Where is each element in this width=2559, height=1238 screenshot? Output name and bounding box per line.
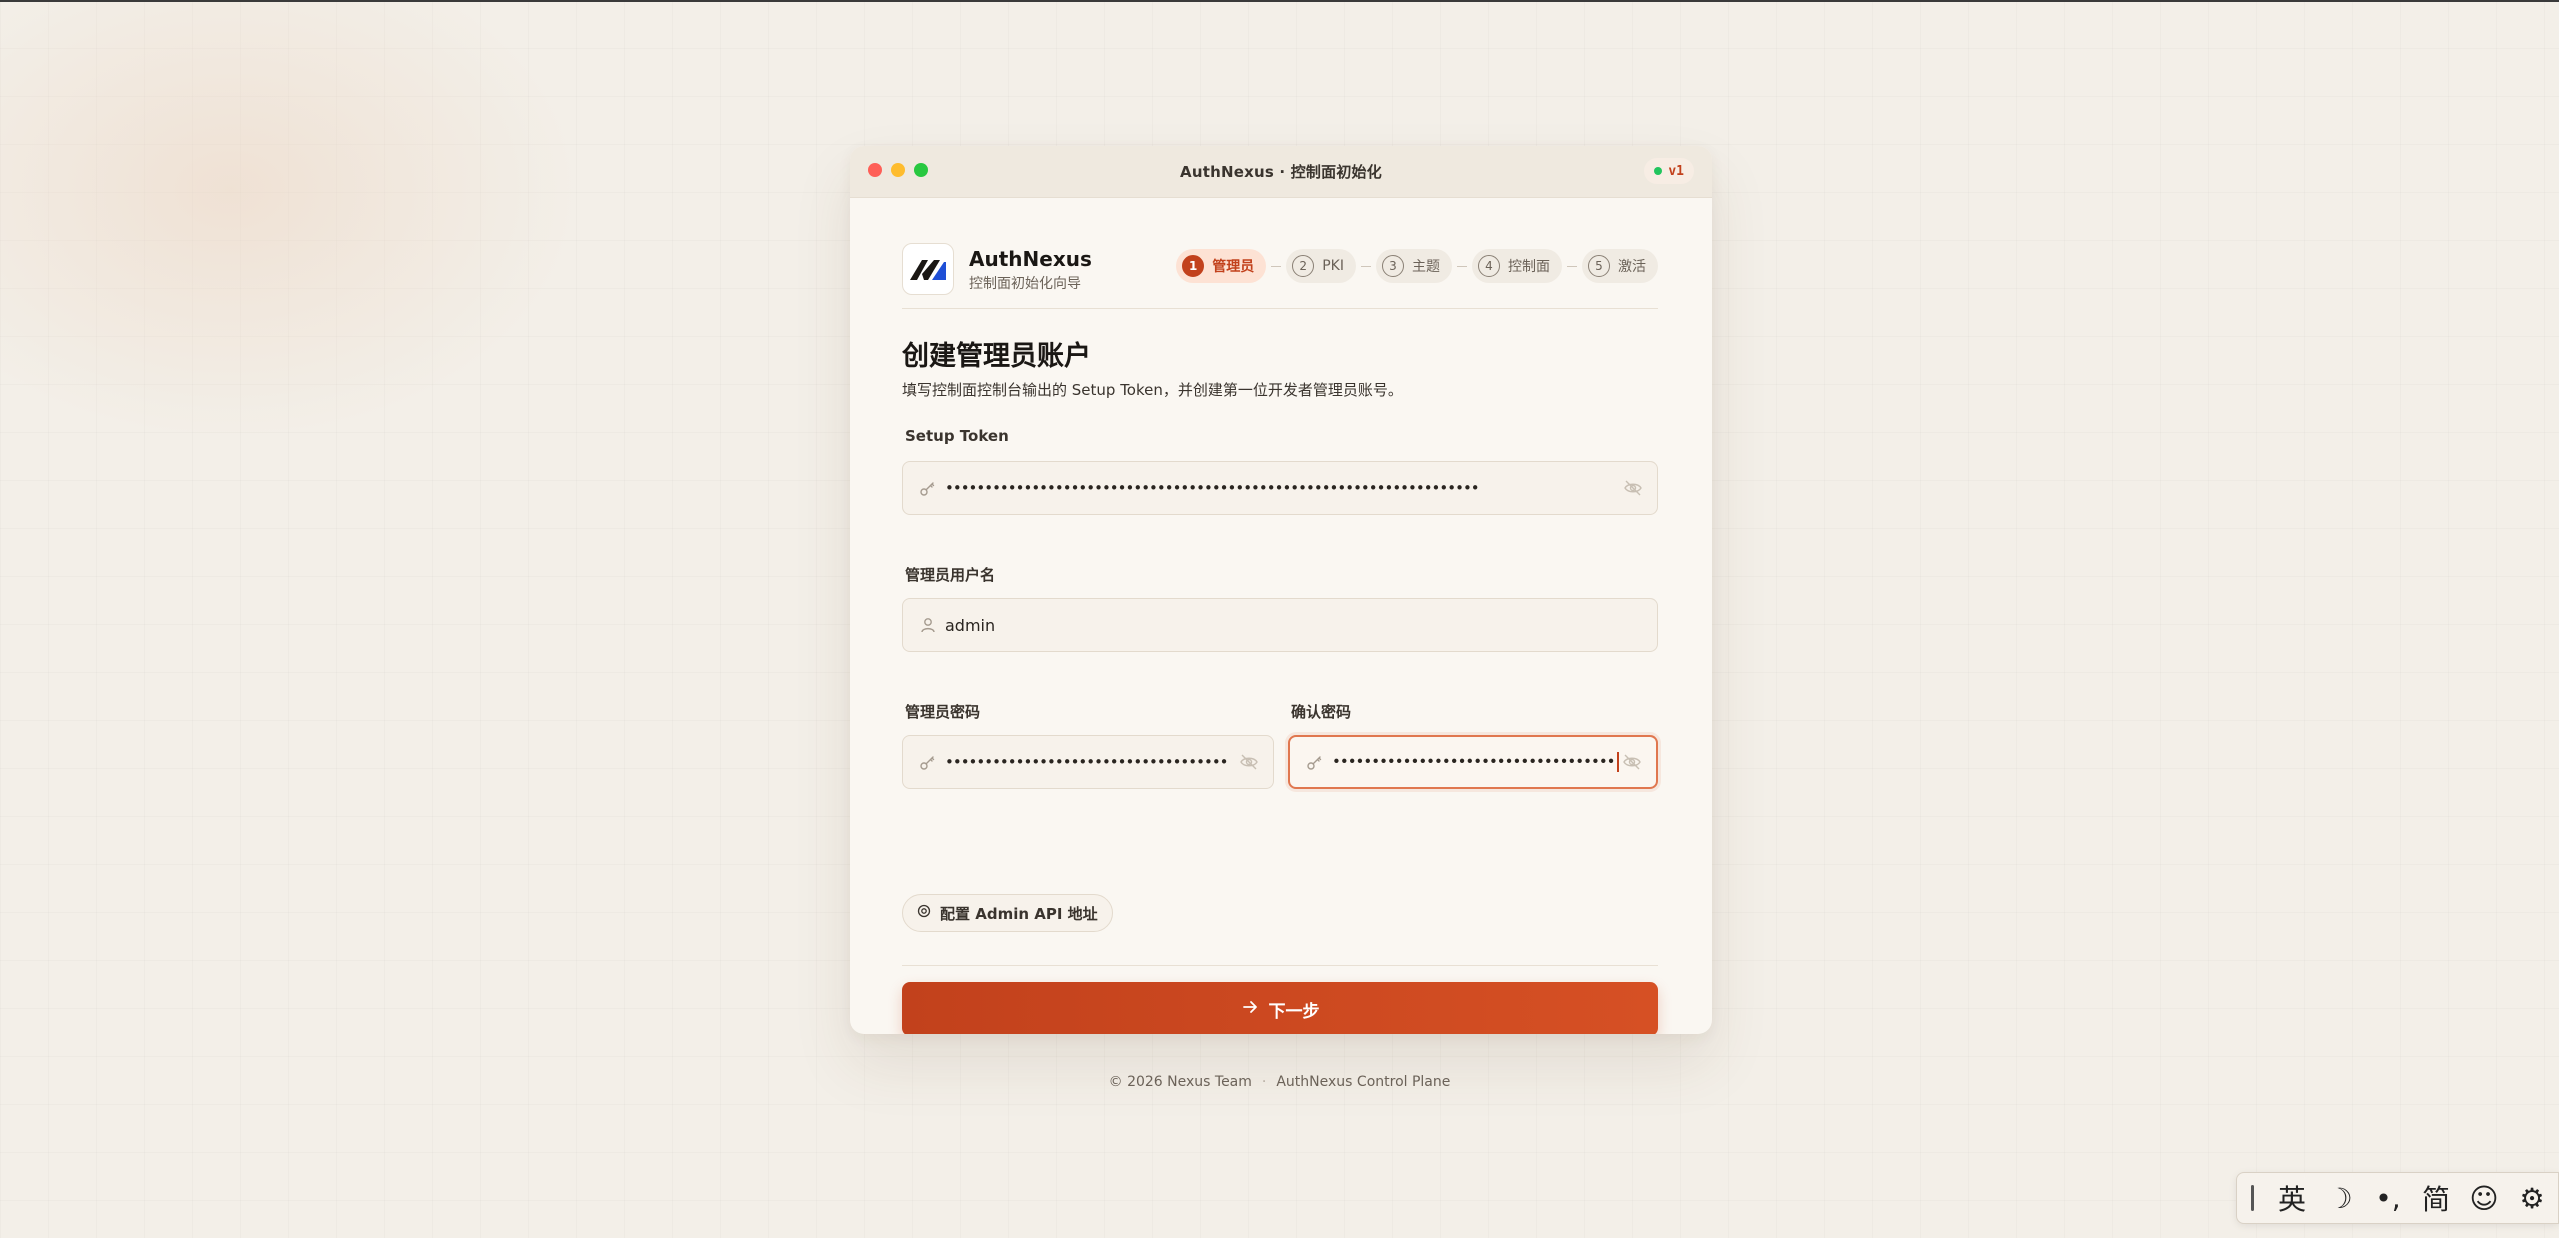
step-number: 3 [1382, 255, 1404, 277]
admin-username-input[interactable]: admin [945, 616, 1643, 635]
admin-password-label: 管理员密码 [905, 703, 981, 721]
window-controls [868, 163, 928, 177]
step-theme[interactable]: 3 主题 [1376, 249, 1452, 283]
footer-divider [902, 965, 1658, 966]
step-separator [1361, 265, 1371, 267]
settings-ring-icon [917, 904, 931, 922]
setup-token-input[interactable]: ••••••••••••••••••••••••••••••••••••••••… [945, 479, 1623, 497]
admin-username-field[interactable]: admin [902, 598, 1658, 652]
toggle-visibility-eye-icon[interactable] [1622, 752, 1642, 772]
brand-row: AuthNexus 控制面初始化向导 1 管理员 2 PKI 3 主题 4 控制… [902, 243, 1658, 299]
step-number: 2 [1292, 255, 1315, 277]
window-title: AuthNexus · 控制面初始化 [1180, 163, 1382, 181]
setup-token-field[interactable]: ••••••••••••••••••••••••••••••••••••••••… [902, 461, 1658, 515]
maximize-window-button[interactable] [914, 163, 928, 177]
setup-token-label: Setup Token [905, 427, 1009, 445]
admin-password-field[interactable]: •••••••••••••••••••••••••••••••••••• [902, 735, 1274, 789]
ime-simplified-toggle[interactable]: 简 [2412, 1178, 2460, 1218]
step-label: 激活 [1618, 259, 1646, 275]
user-icon [919, 616, 937, 634]
version-badge: v1 [1644, 158, 1694, 184]
step-separator [1271, 265, 1282, 267]
step-separator [1457, 265, 1467, 267]
step-number: 1 [1182, 255, 1205, 277]
screen-top-border [0, 0, 2559, 2]
brand-subtitle: 控制面初始化向导 [969, 276, 1081, 292]
step-number: 5 [1588, 255, 1610, 277]
text-caret [1616, 752, 1619, 772]
title-bar: AuthNexus · 控制面初始化 v1 [850, 146, 1712, 198]
page-footer: © 2026 Nexus Team · AuthNexus Control Plan… [0, 1074, 2559, 1090]
close-window-button[interactable] [868, 163, 882, 177]
configure-admin-api-button[interactable]: 配置 Admin API 地址 [902, 894, 1113, 932]
next-step-label: 下一步 [1268, 1001, 1320, 1021]
step-activate[interactable]: 5 激活 [1582, 249, 1658, 283]
ime-toolbar: 英 ☽ •, 简 ☺ ⚙ [2236, 1172, 2559, 1224]
key-icon [919, 753, 937, 771]
ime-moon-icon[interactable]: ☽ [2316, 1178, 2364, 1218]
minimize-window-button[interactable] [891, 163, 905, 177]
step-pki[interactable]: 2 PKI [1286, 249, 1356, 283]
setup-stepper: 1 管理员 2 PKI 3 主题 4 控制面 5 激活 [1176, 249, 1658, 283]
confirm-password-label: 确认密码 [1291, 703, 1352, 721]
ime-punctuation-toggle[interactable]: •, [2364, 1178, 2412, 1218]
configure-admin-api-label: 配置 Admin API 地址 [940, 904, 1098, 923]
page-title: 创建管理员账户 [902, 341, 1091, 372]
step-label: 控制面 [1508, 259, 1550, 275]
admin-username-label: 管理员用户名 [905, 566, 996, 584]
step-number: 4 [1478, 255, 1500, 277]
key-icon [1306, 753, 1324, 771]
version-label: v1 [1668, 163, 1684, 179]
next-step-button[interactable]: 下一步 [902, 982, 1658, 1034]
footer-copyright: © 2026 Nexus Team [1108, 1074, 1252, 1090]
step-label: 主题 [1412, 259, 1440, 275]
ime-emoji-icon[interactable]: ☺ [2460, 1178, 2508, 1218]
step-admin[interactable]: 1 管理员 [1176, 249, 1267, 283]
logo-mark-icon [910, 260, 946, 280]
ime-language-toggle[interactable]: 英 [2268, 1178, 2316, 1218]
ime-drag-handle[interactable] [2251, 1185, 2254, 1211]
step-separator [1567, 265, 1577, 267]
toggle-visibility-eye-icon[interactable] [1623, 478, 1643, 498]
ime-settings-gear-icon[interactable]: ⚙ [2508, 1178, 2556, 1218]
footer-product: AuthNexus Control Plane [1276, 1074, 1451, 1090]
key-icon [919, 479, 937, 497]
status-indicator-icon [1654, 167, 1663, 175]
confirm-password-input[interactable]: •••••••••••••••••••••••••••••••••••• [1332, 752, 1622, 772]
toggle-visibility-eye-icon[interactable] [1239, 752, 1259, 772]
authnexus-logo [902, 243, 954, 295]
admin-password-input[interactable]: •••••••••••••••••••••••••••••••••••• [945, 753, 1239, 771]
arrow-right-icon [1241, 998, 1259, 1021]
header-divider [902, 308, 1658, 309]
confirm-password-field[interactable]: •••••••••••••••••••••••••••••••••••• [1288, 735, 1658, 789]
page-description: 填写控制面控制台输出的 Setup Token，并创建第一位开发者管理员账号。 [902, 381, 1403, 399]
step-control-plane[interactable]: 4 控制面 [1472, 249, 1562, 283]
step-label: PKI [1322, 258, 1344, 274]
setup-window: AuthNexus · 控制面初始化 v1 AuthNexus 控制面初始化向导… [850, 146, 1712, 1034]
brand-name: AuthNexus [969, 247, 1092, 271]
confirm-password-value: •••••••••••••••••••••••••••••••••••• [1332, 752, 1616, 771]
step-label: 管理员 [1212, 259, 1255, 275]
footer-separator: · [1261, 1074, 1267, 1090]
background-glow [0, 0, 580, 440]
